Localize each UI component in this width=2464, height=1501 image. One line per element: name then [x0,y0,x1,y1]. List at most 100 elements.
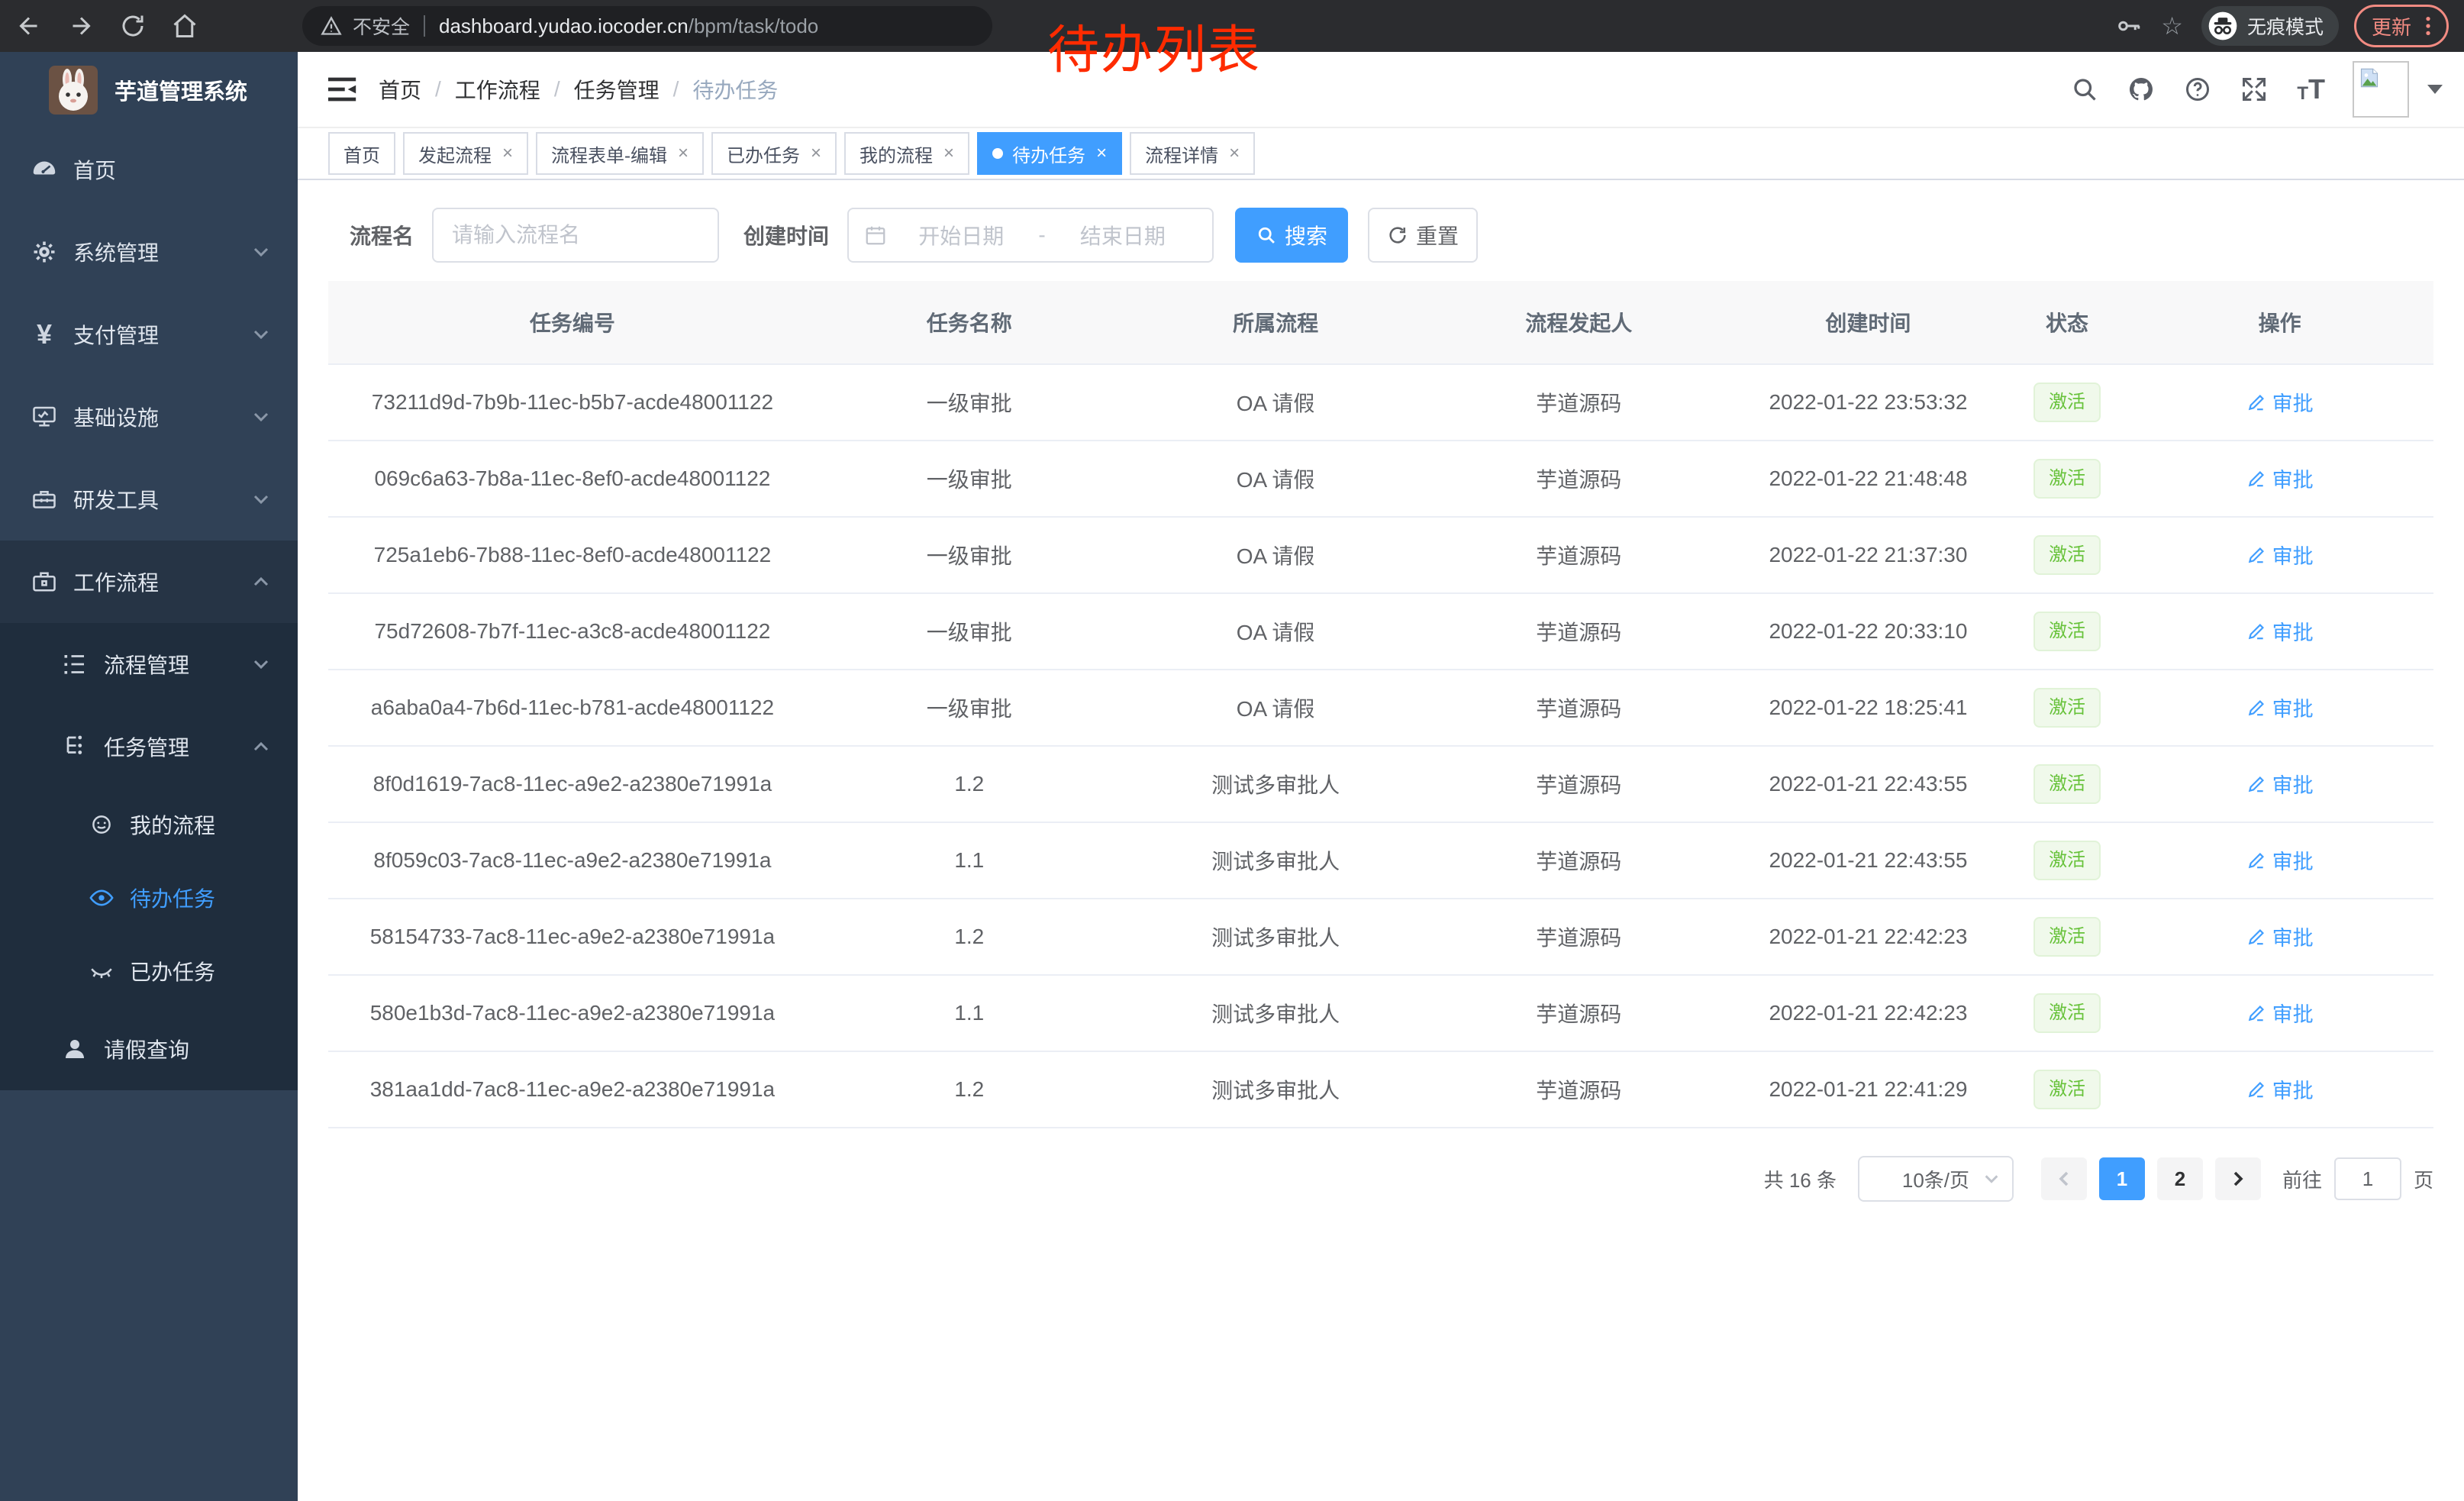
search-icon[interactable] [2071,76,2098,103]
cell-task-id: 75d72608-7b7f-11ec-a3c8-acde48001122 [328,593,817,670]
incognito-label: 无痕模式 [2247,12,2324,40]
status-badge: 激活 [2033,383,2101,421]
status-badge: 激活 [2033,841,2101,880]
sidebar-item-workflow[interactable]: 工作流程 [0,541,298,623]
tab-start-process[interactable]: 发起流程× [403,132,528,175]
table-row: 8f059c03-7ac8-11ec-a9e2-a2380e71991a 1.1… [328,822,2433,899]
font-size-icon[interactable]: TT [2297,76,2325,103]
approve-link[interactable]: 审批 [2246,616,2314,646]
sidebar-fold-icon[interactable] [328,75,357,104]
chevron-down-icon [252,408,270,426]
cell-task-name: 1.2 [817,746,1122,822]
breadcrumb: 首页 / 工作流程 / 任务管理 / 待办任务 [379,74,778,105]
breadcrumb-workflow[interactable]: 工作流程 [455,74,540,105]
home-icon[interactable] [171,12,198,40]
page-1-button[interactable]: 1 [2099,1157,2145,1200]
edit-pencil-icon [2246,698,2266,718]
breadcrumb-task-mgmt[interactable]: 任务管理 [574,74,660,105]
url-path[interactable]: /bpm/task/todo [689,15,819,38]
sidebar-item-done-tasks[interactable]: 已办任务 [0,934,298,1008]
sidebar-item-system[interactable]: 系统管理 [0,211,298,293]
page-size-select[interactable]: 10条/页 [1858,1156,2014,1202]
search-button[interactable]: 搜索 [1235,208,1348,263]
cell-create-time: 2022-01-21 22:43:55 [1728,822,2008,899]
cell-task-id: 580e1b3d-7ac8-11ec-a9e2-a2380e71991a [328,975,817,1051]
breadcrumb-current: 待办任务 [692,74,778,105]
close-icon[interactable]: × [943,144,954,163]
approve-link[interactable]: 审批 [2246,845,2314,875]
navbar: 首页 / 工作流程 / 任务管理 / 待办任务 TT [298,52,2464,128]
close-icon[interactable]: × [502,144,513,163]
cell-starter: 芋道源码 [1429,899,1728,975]
url-host[interactable]: dashboard.yudao.iocoder.cn [439,15,689,38]
github-icon[interactable] [2127,76,2155,103]
update-button[interactable]: 更新 [2354,5,2449,47]
sidebar-item-label: 系统管理 [73,237,159,267]
address-bar[interactable]: 不安全 dashboard.yudao.iocoder.cn/bpm/task/… [302,6,992,46]
approve-link[interactable]: 审批 [2246,769,2314,799]
reset-button[interactable]: 重置 [1368,208,1478,263]
tab-my-process[interactable]: 我的流程× [844,132,969,175]
security-label[interactable]: 不安全 [353,12,410,40]
cell-process: 测试多审批人 [1122,746,1430,822]
sidebar-item-label: 基础设施 [73,402,159,432]
breadcrumb-home[interactable]: 首页 [379,74,421,105]
approve-link[interactable]: 审批 [2246,1074,2314,1104]
back-icon[interactable] [15,12,43,40]
table-row: 381aa1dd-7ac8-11ec-a9e2-a2380e71991a 1.2… [328,1051,2433,1128]
sidebar-item-task-mgmt[interactable]: 任务管理 [0,705,298,788]
menu-dots-icon[interactable] [2419,15,2437,37]
prev-page-button[interactable] [2041,1157,2087,1200]
calendar-icon [864,224,887,247]
app-logo[interactable]: 芋道管理系统 [0,52,298,128]
edit-pencil-icon [2246,1080,2266,1099]
approve-link[interactable]: 审批 [2246,540,2314,570]
goto-page-input[interactable] [2334,1157,2401,1200]
page-2-button[interactable]: 2 [2157,1157,2203,1200]
chevron-left-icon [2055,1170,2073,1188]
sidebar-item-devtools[interactable]: 研发工具 [0,458,298,541]
sidebar-item-infra[interactable]: 基础设施 [0,376,298,458]
sidebar-item-home[interactable]: 首页 [0,128,298,211]
approve-link[interactable]: 审批 [2246,922,2314,951]
tab-process-detail[interactable]: 流程详情× [1130,132,1255,175]
reload-icon[interactable] [119,12,147,40]
sidebar-item-label: 待办任务 [130,883,215,913]
chevron-down-icon [252,243,270,261]
sidebar-item-payment[interactable]: ¥ 支付管理 [0,293,298,376]
forward-icon[interactable] [67,12,95,40]
sidebar-item-label: 流程管理 [104,649,189,679]
tab-form-edit[interactable]: 流程表单-编辑× [536,132,704,175]
close-icon[interactable]: × [811,144,821,163]
fullscreen-icon[interactable] [2240,76,2268,103]
status-badge: 激活 [2033,459,2101,498]
approve-link[interactable]: 审批 [2246,998,2314,1028]
next-page-button[interactable] [2215,1157,2261,1200]
close-icon[interactable]: × [1096,144,1107,163]
app-title: 芋道管理系统 [114,74,247,106]
approve-link[interactable]: 审批 [2246,387,2314,417]
sidebar-item-leave-query[interactable]: 请假查询 [0,1008,298,1090]
tab-todo-tasks[interactable]: 待办任务× [977,132,1122,175]
cell-starter: 芋道源码 [1429,517,1728,593]
bookmark-star-icon[interactable]: ☆ [2161,12,2183,40]
close-icon[interactable]: × [1229,144,1240,163]
help-icon[interactable] [2184,76,2211,103]
avatar[interactable] [2353,61,2409,118]
process-name-input[interactable] [432,208,719,263]
tab-done-tasks[interactable]: 已办任务× [711,132,837,175]
date-range-picker[interactable]: 开始日期 - 结束日期 [847,208,1214,263]
caret-down-icon[interactable] [2427,85,2443,94]
key-icon[interactable] [2115,12,2143,40]
sidebar-item-my-process[interactable]: 我的流程 [0,788,298,861]
approve-link[interactable]: 审批 [2246,692,2314,722]
page-unit-label: 页 [2414,1165,2433,1193]
close-icon[interactable]: × [678,144,689,163]
tab-home[interactable]: 首页 [328,132,395,175]
approve-link[interactable]: 审批 [2246,463,2314,493]
table-row: 580e1b3d-7ac8-11ec-a9e2-a2380e71991a 1.1… [328,975,2433,1051]
sidebar-item-process-mgmt[interactable]: 流程管理 [0,623,298,705]
sidebar-item-todo-tasks[interactable]: 待办任务 [0,861,298,934]
total-count: 共 16 条 [1764,1165,1837,1193]
dashboard-icon [31,156,58,183]
